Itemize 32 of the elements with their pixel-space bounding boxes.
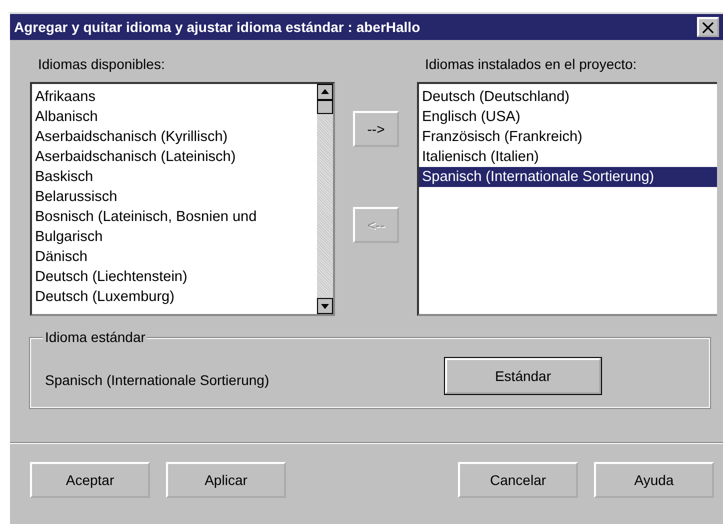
close-button[interactable]: × [697, 17, 719, 37]
list-item[interactable]: Aserbaidschanisch (Kyrillisch) [32, 127, 317, 147]
list-item[interactable]: Dänisch [32, 247, 317, 267]
dialog-button[interactable]: Cancelar [458, 462, 578, 498]
list-item[interactable]: Belarussisch [32, 187, 317, 207]
scrollbar[interactable] [317, 84, 333, 314]
scroll-thumb[interactable] [317, 100, 333, 114]
list-item[interactable]: Baskisch [32, 167, 317, 187]
list-item[interactable]: Deutsch (Deutschland) [419, 87, 717, 107]
list-item[interactable]: Englisch (USA) [419, 107, 717, 127]
list-item[interactable]: Deutsch (Luxemburg) [32, 287, 317, 307]
list-item[interactable]: Bosnisch (Lateinisch, Bosnien und [32, 207, 317, 227]
dialog-button[interactable]: Aceptar [30, 462, 150, 498]
window-title: Agregar y quitar idioma y ajustar idioma estándar : aberHallo [14, 19, 422, 35]
group-title: Idioma estándar [43, 329, 148, 345]
list-item[interactable]: Italienisch (Italien) [419, 147, 717, 167]
list-label: Idiomas instalados en el proyecto: [425, 56, 638, 74]
scroll-up-icon[interactable] [317, 84, 333, 100]
standard-language: Spanisch (Internationale Sortierung) [45, 372, 270, 388]
dialog-button[interactable]: Ayuda [594, 462, 714, 498]
dialog-button[interactable]: Aplicar [166, 462, 286, 498]
list-item[interactable]: Spanisch (Internationale Sortierung) [419, 167, 717, 187]
list-item[interactable]: Afrikaans [32, 87, 317, 107]
list-label: Idiomas disponibles: [38, 56, 166, 74]
list-item[interactable]: Albanisch [32, 107, 317, 127]
list-item[interactable]: Französisch (Frankreich) [419, 127, 717, 147]
list-item[interactable]: Deutsch (Liechtenstein) [32, 267, 317, 287]
standard-button[interactable]: Estándar [445, 358, 601, 394]
list-item[interactable]: Bulgarisch [32, 227, 317, 247]
scroll-down-icon[interactable] [317, 298, 333, 314]
move-button[interactable]: --> [353, 111, 399, 147]
list-item[interactable]: Aserbaidschanisch (Lateinisch) [32, 147, 317, 167]
